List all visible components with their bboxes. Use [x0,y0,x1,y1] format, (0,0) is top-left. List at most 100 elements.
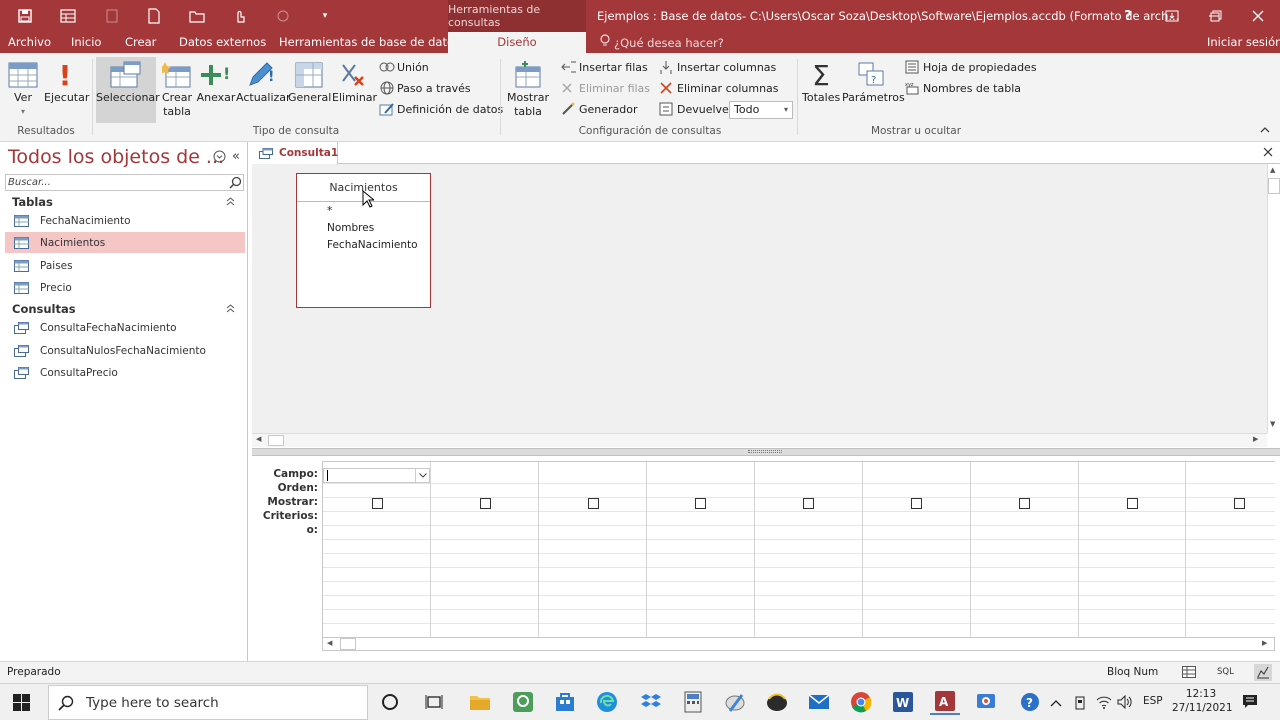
data-definition-button[interactable]: Definición de datos [378,99,503,119]
insert-rows-button[interactable]: Insertar filas [560,57,648,77]
tray-overflow-icon[interactable] [1050,697,1062,710]
nav-menu-chevron-icon[interactable] [213,150,226,166]
maps-app-icon[interactable] [508,689,538,715]
task-view-icon[interactable] [419,689,449,715]
file-explorer-icon[interactable] [465,689,495,715]
pass-through-button[interactable]: Paso a través [378,78,471,98]
search-icon[interactable] [229,176,242,192]
customize-quick-access-icon[interactable]: ▾ [314,6,336,26]
upper-horizontal-scrollbar[interactable]: ◀ ▶ [252,433,1267,447]
close-window-icon[interactable] [1236,0,1280,32]
run-button[interactable]: ! Ejecutar [44,59,89,121]
show-checkbox[interactable] [1127,498,1138,509]
screen-recorder-icon[interactable] [972,689,1002,715]
show-checkbox[interactable] [803,498,814,509]
sql-view-button[interactable]: SQL [1217,667,1234,677]
sign-in-link[interactable]: Iniciar sesión [1207,32,1280,53]
query-design-grid[interactable] [322,461,1275,637]
totals-button[interactable]: Σ Totales [802,59,840,121]
show-checkbox[interactable] [372,498,383,509]
taskbar-search-box[interactable]: Type here to search [48,685,368,720]
update-button[interactable]: ! Actualizar [236,59,291,121]
delete-query-button[interactable]: Eliminar [332,59,377,121]
datasheet-view-icon[interactable] [1182,666,1196,681]
show-checkbox[interactable] [1019,498,1030,509]
dropbox-icon[interactable] [636,689,666,715]
field-all[interactable]: * [327,205,332,217]
tab-diseno[interactable]: Diseño [448,32,586,53]
field-fechanacimiento[interactable]: FechaNacimiento [327,239,418,251]
scroll-right-icon[interactable]: ▶ [1262,639,1267,647]
nav-query-item[interactable]: ConsultaFechaNacimiento [5,317,245,338]
notification-center-icon[interactable] [1242,694,1258,713]
builder-button[interactable]: Generador [560,99,638,119]
scroll-down-icon[interactable]: ▼ [1270,420,1275,428]
word-app-icon[interactable]: W [888,689,918,715]
collapse-group-icon[interactable] [226,303,235,316]
tab-datos-externos[interactable]: Datos externos [179,32,266,53]
tab-inicio[interactable]: Inicio [71,32,101,53]
nav-search-input[interactable]: Buscar... [5,174,244,191]
nav-table-item[interactable]: Precio [5,277,245,298]
save-icon[interactable] [14,6,36,26]
tab-herramientas-bd[interactable]: Herramientas de base de datos [279,32,460,53]
design-view-icon[interactable] [1254,664,1272,681]
chrome-browser-icon[interactable] [846,689,876,715]
nav-pane-title[interactable]: Todos los objetos de ... [8,146,224,168]
calculator-icon[interactable] [678,689,708,715]
delete-columns-button[interactable]: Eliminar columnas [658,78,779,98]
collapse-nav-icon[interactable]: « [232,149,240,164]
help-button[interactable]: ? [1106,0,1150,32]
chevron-down-icon[interactable] [415,469,429,482]
edge-browser-icon[interactable] [592,689,622,715]
store-app-icon[interactable] [550,689,580,715]
table-names-button[interactable]: xyz Nombres de tabla [904,78,1021,98]
campo-field-select[interactable] [323,468,430,483]
collapse-group-icon[interactable] [226,196,235,209]
paint-app-icon[interactable] [720,689,750,715]
show-checkbox[interactable] [911,498,922,509]
mail-app-icon[interactable] [804,689,834,715]
insert-columns-button[interactable]: Insertar columnas [658,57,776,77]
wifi-icon[interactable] [1096,695,1112,712]
field-nombres[interactable]: Nombres [327,222,374,234]
scroll-thumb[interactable] [268,435,284,446]
clock[interactable]: 12:13 27/11/2021 [1172,687,1233,715]
scroll-left-icon[interactable]: ◀ [327,639,332,647]
view-button[interactable]: Ver ▾ [6,59,40,121]
ribbon-display-options-icon[interactable] [1150,0,1194,32]
access-app-icon[interactable]: A [930,689,960,715]
nav-group-tablas[interactable]: Tablas [12,195,53,209]
union-button[interactable]: Unión [378,57,429,77]
collapse-ribbon-icon[interactable] [1260,125,1270,136]
new-file-icon[interactable] [143,6,165,26]
form-view-icon[interactable] [57,6,79,26]
nav-query-item[interactable]: ConsultaNulosFechaNacimiento [5,340,245,361]
crosstab-button[interactable]: General [288,59,331,121]
scroll-up-icon[interactable]: ▲ [1270,166,1275,174]
pane-splitter[interactable] [252,448,1280,456]
show-checkbox[interactable] [480,498,491,509]
show-checkbox[interactable] [588,498,599,509]
select-query-button[interactable]: Seleccionar [96,57,160,123]
open-folder-icon[interactable] [186,6,208,26]
make-table-button[interactable]: Crear tabla [160,59,194,121]
nav-query-item[interactable]: ConsultaPrecio [5,362,245,383]
help-tray-icon[interactable]: ? [1018,689,1042,715]
restore-icon[interactable] [1194,0,1238,32]
nav-table-item-selected[interactable]: Nacimientos [5,232,245,253]
return-select[interactable]: Todo ▾ [729,101,793,119]
scroll-left-icon[interactable]: ◀ [256,435,261,443]
show-checkbox[interactable] [1234,498,1245,509]
nav-table-item[interactable]: FechaNacimiento [5,210,245,231]
language-indicator[interactable]: ESP [1143,695,1163,707]
cortana-icon[interactable] [375,689,405,715]
windows-start-icon[interactable] [13,694,30,714]
close-document-icon[interactable] [1263,147,1273,160]
game-app-icon[interactable] [762,689,792,715]
volume-icon[interactable] [1117,694,1133,712]
grid-horizontal-scrollbar[interactable]: ◀ ▶ [322,637,1275,651]
append-button[interactable]: ! Anexar [196,59,236,121]
nav-group-consultas[interactable]: Consultas [12,302,76,316]
parameters-button[interactable]: ? Parámetros [842,59,905,121]
